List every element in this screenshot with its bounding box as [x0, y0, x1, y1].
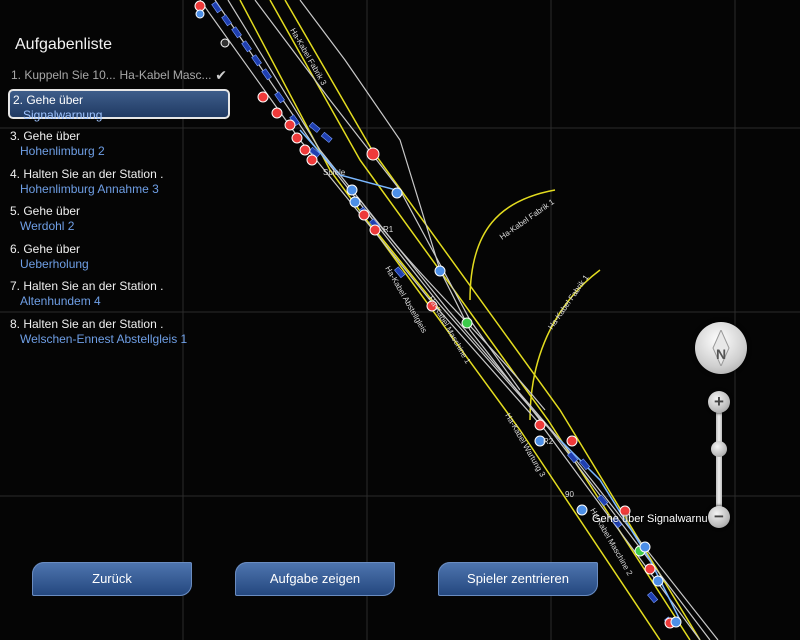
player-marker-label: Gehe über Signalwarnu	[592, 513, 708, 525]
task-item-8[interactable]: 8. Halten Sie an der Station . Welschen-…	[10, 317, 234, 347]
task-item-target: Signalwarnung	[23, 108, 103, 122]
task-item-3[interactable]: 3. Gehe über Hohenlimburg 2	[10, 129, 234, 159]
task-item-target: Welschen-Ennest Abstellgleis 1	[20, 332, 188, 346]
signal-label: R2	[543, 437, 554, 446]
task-item-label: 4. Halten Sie an der Station .	[10, 167, 164, 181]
task-item-1[interactable]: 1. Kuppeln Sie 10... Ha-Kabel Masc... ✔	[11, 68, 235, 83]
track-label: Ha-Kabel Fabrik 1	[546, 273, 591, 331]
track-labels: Ha-Kabel Fabrik 3 Ha-Kabel Fabrik 1 Ha-K…	[288, 27, 634, 578]
task-item-label: 1. Kuppeln Sie 10...	[11, 68, 116, 82]
show-task-button[interactable]: Aufgabe zeigen	[235, 562, 395, 596]
task-item-target: Altenhundem 4	[20, 294, 101, 308]
zoom-out-button[interactable]: −	[708, 506, 730, 528]
track-label: Ha-Kabel Fabrik 1	[498, 197, 556, 242]
checkmark-icon: ✔	[215, 68, 227, 83]
zoom-slider-track[interactable]	[716, 410, 722, 520]
task-item-target: Hohenlimburg 2	[20, 144, 105, 158]
signal-label: 90	[565, 490, 574, 499]
task-item-label: 5. Gehe über	[10, 204, 81, 218]
compass-button[interactable]: N	[695, 322, 747, 374]
task-item-target: Hohenlimburg Annahme 3	[20, 182, 159, 196]
task-item-label: 8. Halten Sie an der Station .	[10, 317, 164, 331]
back-button[interactable]: Zurück	[32, 562, 192, 596]
task-item-5[interactable]: 5. Gehe über Werdohl 2	[10, 204, 234, 234]
track-label: Ha-Kabel Fabrik 3	[288, 27, 328, 88]
task-item-target: Werdohl 2	[20, 219, 75, 233]
task-item-7[interactable]: 7. Halten Sie an der Station . Altenhund…	[10, 279, 234, 309]
task-item-4[interactable]: 4. Halten Sie an der Station . Hohenlimb…	[10, 167, 234, 197]
task-item-2[interactable]: 2. Gehe über Signalwarnung	[8, 89, 230, 122]
compass-letter: N	[715, 346, 727, 362]
task-item-target: Ueberholung	[20, 257, 89, 271]
task-item-label: 6. Gehe über	[10, 242, 81, 256]
track-label: Spiele	[323, 168, 346, 177]
task-item-6[interactable]: 6. Gehe über Ueberholung	[10, 242, 234, 272]
signal-label: R1	[383, 225, 394, 234]
zoom-in-button[interactable]: +	[708, 391, 730, 413]
center-player-button[interactable]: Spieler zentrieren	[438, 562, 598, 596]
task-item-label: 3. Gehe über	[10, 129, 81, 143]
task-item-label: 7. Halten Sie an der Station .	[10, 279, 164, 293]
zoom-slider-handle[interactable]	[711, 441, 727, 457]
task-item-label: 2. Gehe über	[13, 93, 84, 107]
task-item-target: Ha-Kabel Masc...	[119, 68, 212, 82]
task-list-title: Aufgabenliste	[15, 36, 112, 53]
